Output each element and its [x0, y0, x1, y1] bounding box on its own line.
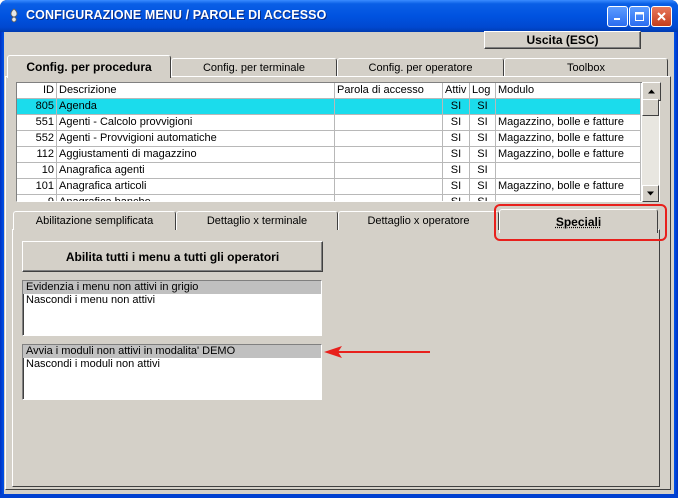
cell-attiv: SI: [443, 195, 470, 201]
cell-parola-accesso: [335, 115, 443, 131]
table-scrollbar[interactable]: [642, 82, 661, 202]
cell-id: 552: [17, 131, 57, 147]
procedures-table: ID Descrizione Parola di accesso Attiv L…: [16, 82, 660, 202]
tab-config-terminale[interactable]: Config. per terminale: [171, 58, 337, 76]
minimize-icon: [614, 18, 620, 20]
cell-id: 805: [17, 99, 57, 115]
cell-log: SI: [470, 115, 496, 131]
cell-modulo: Magazzino, bolle e fatture: [496, 147, 641, 163]
cell-parola-accesso: [335, 163, 443, 179]
module-options-listbox[interactable]: Avvia i moduli non attivi in modalita' D…: [22, 344, 322, 400]
minimize-button[interactable]: [607, 6, 628, 27]
scroll-thumb[interactable]: [642, 99, 659, 116]
arrow-down-icon: [647, 191, 654, 196]
highlight-box: [494, 204, 667, 241]
list-item-highlight-inactive-menus[interactable]: Evidenzia i menu non attivi in grigio: [23, 281, 321, 294]
cell-parola-accesso: [335, 147, 443, 163]
tab-config-procedura[interactable]: Config. per procedura: [7, 55, 171, 78]
menu-options-listbox[interactable]: Evidenzia i menu non attivi in grigio Na…: [22, 280, 322, 336]
subtab-dettaglio-operatore[interactable]: Dettaglio x operatore: [338, 211, 499, 230]
window-border-bottom: [0, 494, 678, 498]
window-title: CONFIGURAZIONE MENU / PAROLE DI ACCESSO: [26, 8, 327, 22]
list-item-hide-inactive-menus[interactable]: Nascondi i menu non attivi: [23, 294, 321, 307]
cell-modulo: Magazzino, bolle e fatture: [496, 131, 641, 147]
header-parola-accesso[interactable]: Parola di accesso: [335, 83, 443, 99]
table-row[interactable]: 552 Agenti - Provvigioni automatiche SI SI M…: [17, 131, 641, 147]
header-log[interactable]: Log: [470, 83, 496, 99]
table-row[interactable]: 9 Anagrafica banche SI SI: [17, 195, 641, 201]
list-item-demo-mode[interactable]: Avvia i moduli non attivi in modalita' D…: [23, 345, 321, 358]
header-descrizione[interactable]: Descrizione: [57, 83, 335, 99]
arrow-up-icon: [648, 89, 655, 94]
table-row[interactable]: 551 Agenti - Calcolo provvigioni SI SI Magaz…: [17, 115, 641, 131]
cell-log: SI: [470, 147, 496, 163]
table-row[interactable]: 101 Anagrafica articoli SI SI Magazzino, bol…: [17, 179, 641, 195]
cell-descrizione: Agenti - Provvigioni automatiche: [57, 131, 335, 147]
cell-id: 101: [17, 179, 57, 195]
cell-attiv: SI: [443, 99, 470, 115]
window-border-right: [674, 32, 678, 498]
cell-log: SI: [470, 195, 496, 201]
cell-attiv: SI: [443, 179, 470, 195]
scroll-down-button[interactable]: [642, 185, 659, 202]
cell-descrizione: Anagrafica banche: [57, 195, 335, 201]
tab-config-operatore[interactable]: Config. per operatore: [337, 58, 504, 76]
cell-id: 112: [17, 147, 57, 163]
table-row[interactable]: 805 Agenda SI SI: [17, 99, 641, 115]
annotation-arrow-icon: [324, 346, 430, 358]
cell-modulo: [496, 99, 641, 115]
cell-modulo: Magazzino, bolle e fatture: [496, 179, 641, 195]
maximize-button[interactable]: [629, 6, 650, 27]
cell-id: 551: [17, 115, 57, 131]
cell-descrizione: Agenti - Calcolo provvigioni: [57, 115, 335, 131]
cell-descrizione: Aggiustamenti di magazzino: [57, 147, 335, 163]
cell-id: 10: [17, 163, 57, 179]
cell-parola-accesso: [335, 195, 443, 201]
close-icon: [657, 12, 666, 21]
table-row[interactable]: 112 Aggiustamenti di magazzino SI SI Magazzi…: [17, 147, 641, 163]
cell-log: SI: [470, 99, 496, 115]
exit-button[interactable]: Uscita (ESC): [484, 31, 641, 49]
cell-id: 9: [17, 195, 57, 201]
maximize-icon: [635, 12, 644, 21]
cell-descrizione: Anagrafica articoli: [57, 179, 335, 195]
cell-attiv: SI: [443, 163, 470, 179]
cell-attiv: SI: [443, 115, 470, 131]
list-item-hide-inactive-modules[interactable]: Nascondi i moduli non attivi: [23, 358, 321, 371]
cell-modulo: [496, 163, 641, 179]
cell-attiv: SI: [443, 147, 470, 163]
header-attiv[interactable]: Attiv: [443, 83, 470, 99]
app-icon: [7, 8, 21, 23]
cell-descrizione: Anagrafica agenti: [57, 163, 335, 179]
cell-descrizione: Agenda: [57, 99, 335, 115]
table-header: ID Descrizione Parola di accesso Attiv L…: [17, 83, 641, 99]
cell-log: SI: [470, 163, 496, 179]
table-row[interactable]: 10 Anagrafica agenti SI SI: [17, 163, 641, 179]
header-modulo[interactable]: Modulo: [496, 83, 641, 99]
enable-all-menus-button[interactable]: Abilita tutti i menu a tutti gli operato…: [22, 241, 323, 272]
subtab-dettaglio-terminale[interactable]: Dettaglio x terminale: [176, 211, 338, 230]
cell-modulo: Magazzino, bolle e fatture: [496, 115, 641, 131]
tab-toolbox[interactable]: Toolbox: [504, 58, 668, 76]
cell-attiv: SI: [443, 131, 470, 147]
cell-parola-accesso: [335, 179, 443, 195]
cell-log: SI: [470, 131, 496, 147]
subtab-abilitazione-semplificata[interactable]: Abilitazione semplificata: [13, 211, 176, 230]
close-button[interactable]: [651, 6, 672, 27]
cell-log: SI: [470, 179, 496, 195]
cell-parola-accesso: [335, 131, 443, 147]
cell-parola-accesso: [335, 99, 443, 115]
cell-modulo: [496, 195, 641, 201]
header-id[interactable]: ID: [17, 83, 57, 99]
